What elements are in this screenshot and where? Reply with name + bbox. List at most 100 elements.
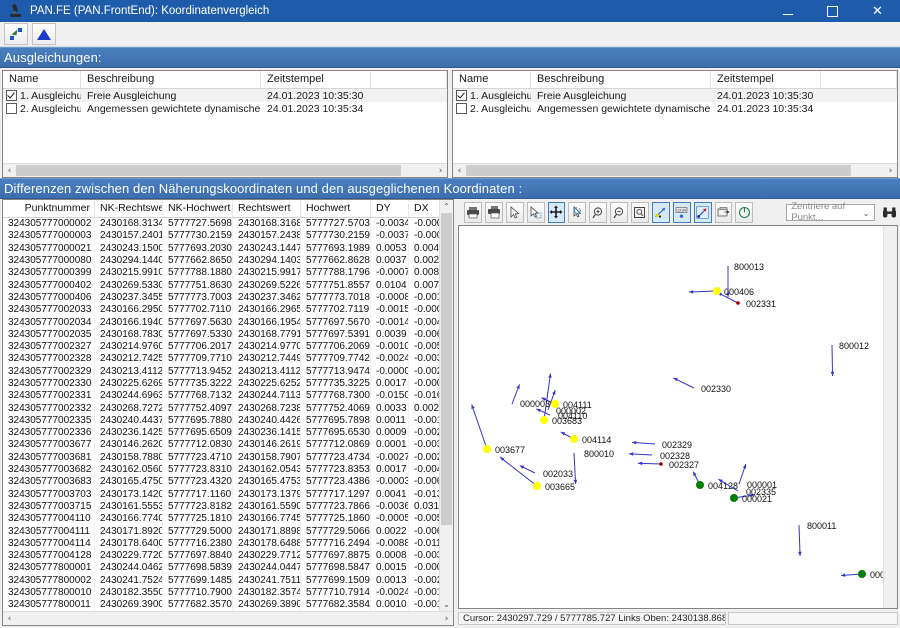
scroll-track[interactable]	[466, 164, 884, 177]
table-row[interactable]: 3243057770036822430162.05605777723.83102…	[3, 464, 439, 476]
chevron-down-icon[interactable]: ⌄	[860, 208, 872, 219]
table-row[interactable]: 3243057770020342430166.19405777697.56302…	[3, 316, 439, 328]
table-row[interactable]: 3243057770023352430240.44375777695.78802…	[3, 415, 439, 427]
distribution-button[interactable]	[32, 23, 56, 45]
maximize-button[interactable]	[810, 0, 855, 22]
table-row[interactable]: 3243057770023292430213.41125777713.94522…	[3, 366, 439, 378]
table-row[interactable]: 3243057770004062430237.34555777773.70032…	[3, 292, 439, 304]
minimize-button[interactable]	[765, 0, 810, 22]
table-row[interactable]: 3243057770023322430268.72725777752.40972…	[3, 402, 439, 414]
close-button[interactable]: ✕	[855, 0, 900, 22]
map-point-marker[interactable]	[713, 287, 721, 295]
scroll-thumb[interactable]	[466, 165, 851, 176]
table-row[interactable]: 3243057778000022430241.75245777699.14852…	[3, 575, 439, 587]
column-header-name[interactable]: Name	[3, 71, 81, 88]
table-row[interactable]: 3243057770023272430214.97605777706.20172…	[3, 341, 439, 353]
column-header-nk-rechtswert[interactable]: NK-Rechtswert	[95, 200, 163, 217]
row-checkbox[interactable]	[6, 90, 17, 101]
map-point-marker[interactable]	[730, 494, 738, 502]
toggle-vectors-button[interactable]	[652, 202, 670, 223]
table-row[interactable]: 3243057770037152430161.55535777723.81822…	[3, 501, 439, 513]
map-point-marker[interactable]	[570, 435, 578, 443]
print-preview-button[interactable]	[485, 202, 503, 223]
table-row[interactable]: 3243057770041142430178.64005777716.23802…	[3, 538, 439, 550]
zoom-out-button[interactable]	[610, 202, 628, 223]
row-checkbox[interactable]	[456, 103, 467, 114]
column-header-timestamp[interactable]: Zeitstempel	[711, 71, 821, 88]
table-row[interactable]: 3243057770041112430171.89205777729.50002…	[3, 525, 439, 537]
map-point-marker[interactable]	[736, 301, 740, 305]
horizontal-scrollbar[interactable]: ‹ ›	[3, 163, 447, 177]
column-header-description[interactable]: Beschreibung	[531, 71, 711, 88]
column-header-nk-hochwert[interactable]: NK-Hochwert	[163, 200, 233, 217]
table-horizontal-scrollbar[interactable]: ‹ ›	[3, 611, 453, 625]
print-button[interactable]	[464, 202, 482, 223]
table-row[interactable]: 3243057770023282430212.74255777709.77102…	[3, 353, 439, 365]
map-point-marker[interactable]	[696, 481, 704, 489]
residual-vector-map[interactable]: 0003998000130004060023318000120023300000…	[459, 226, 883, 608]
table-row[interactable]: 3243057770036772430146.26205777712.08302…	[3, 439, 439, 451]
column-header-name[interactable]: Name	[453, 71, 531, 88]
row-checkbox[interactable]	[6, 103, 17, 114]
table-row[interactable]: 3243057770000032430157.24015777730.21592…	[3, 230, 439, 242]
scroll-thumb[interactable]	[441, 213, 452, 525]
list-item[interactable]: 2. Ausgleichung Angemessen gewichtete dy…	[453, 102, 897, 115]
table-row[interactable]: 3243057770041102430166.77405777725.18102…	[3, 513, 439, 525]
map-point-marker[interactable]	[533, 482, 541, 490]
column-header-punktnummer[interactable]: Punktnummer	[3, 200, 95, 217]
column-header-timestamp[interactable]: Zeitstempel	[261, 71, 371, 88]
table-row[interactable]: 3243057770041282430229.77205777697.88402…	[3, 550, 439, 562]
zoom-extent-button[interactable]	[631, 202, 649, 223]
table-row[interactable]: 3243057770000022430168.31345777727.56982…	[3, 218, 439, 230]
list-item[interactable]: 1. Ausgleichung Freie Ausgleichung 24.01…	[453, 89, 897, 102]
rotate-button[interactable]	[568, 202, 586, 223]
table-row[interactable]: 3243057770037032430173.14205777717.11602…	[3, 489, 439, 501]
info-button[interactable]	[735, 202, 753, 223]
table-row[interactable]: 3243057770023312430244.69635777768.71322…	[3, 390, 439, 402]
table-row[interactable]: 3243057770000212430243.15005777693.20302…	[3, 243, 439, 255]
find-point-button[interactable]	[882, 203, 898, 222]
map-vertical-scrollbar[interactable]	[883, 226, 897, 608]
table-row[interactable]: 3243057778000112430269.39005777682.35702…	[3, 599, 439, 611]
center-on-point-combo[interactable]: Zentriere auf Punkt... ⌄	[786, 204, 875, 221]
column-header-description[interactable]: Beschreibung	[81, 71, 261, 88]
scroll-up-icon[interactable]: ⌃	[440, 200, 453, 213]
table-row[interactable]: 3243057770023302430225.62695777735.32222…	[3, 378, 439, 390]
horizontal-scrollbar[interactable]: ‹ ›	[453, 163, 897, 177]
table-row[interactable]: 3243057770020352430168.78305777697.53302…	[3, 329, 439, 341]
select-button[interactable]	[506, 202, 524, 223]
scale-vectors-button[interactable]	[694, 202, 712, 223]
table-row[interactable]: 3243057770020332430166.29505777702.71102…	[3, 304, 439, 316]
table-row[interactable]: 3243057770004022430269.53305777751.86302…	[3, 279, 439, 291]
scroll-track[interactable]	[16, 612, 440, 625]
scroll-thumb[interactable]	[16, 165, 401, 176]
map-point-marker[interactable]	[659, 462, 663, 466]
table-row[interactable]: 3243057770003992430215.99105777788.18802…	[3, 267, 439, 279]
fit-view-button[interactable]	[4, 23, 28, 45]
list-item[interactable]: 2. Ausgleichung Angemessen gewichtete dy…	[3, 102, 447, 115]
scroll-right-icon[interactable]: ›	[884, 164, 897, 177]
properties-button[interactable]	[715, 202, 733, 223]
zoom-in-button[interactable]	[589, 202, 607, 223]
scroll-track[interactable]	[440, 213, 453, 598]
select-area-button[interactable]	[527, 202, 545, 223]
table-row[interactable]: 3243057778000012430244.04625777698.58392…	[3, 562, 439, 574]
list-item[interactable]: 1. Ausgleichung Freie Ausgleichung 24.01…	[3, 89, 447, 102]
row-checkbox[interactable]	[456, 90, 467, 101]
scroll-left-icon[interactable]: ‹	[3, 612, 16, 625]
map-point-marker[interactable]	[483, 445, 491, 453]
table-row[interactable]: 3243057770023362430236.14255777695.65092…	[3, 427, 439, 439]
column-header-dy[interactable]: DY	[371, 200, 409, 217]
column-header-hochwert[interactable]: Hochwert	[301, 200, 371, 217]
scroll-down-icon[interactable]: ⌄	[440, 598, 453, 611]
toggle-labels-button[interactable]: 1234	[673, 202, 691, 223]
map-point-marker[interactable]	[858, 570, 866, 578]
scroll-left-icon[interactable]: ‹	[3, 164, 16, 177]
table-vertical-scrollbar[interactable]: ⌃ ⌄	[439, 200, 453, 611]
map-point-marker[interactable]	[540, 416, 548, 424]
table-row[interactable]: 3243057770036832430165.47505777723.43202…	[3, 476, 439, 488]
column-header-rechtswert[interactable]: Rechtswert	[233, 200, 301, 217]
scroll-right-icon[interactable]: ›	[440, 612, 453, 625]
scroll-left-icon[interactable]: ‹	[453, 164, 466, 177]
table-row[interactable]: 3243057778000102430182.35505777710.79002…	[3, 587, 439, 599]
